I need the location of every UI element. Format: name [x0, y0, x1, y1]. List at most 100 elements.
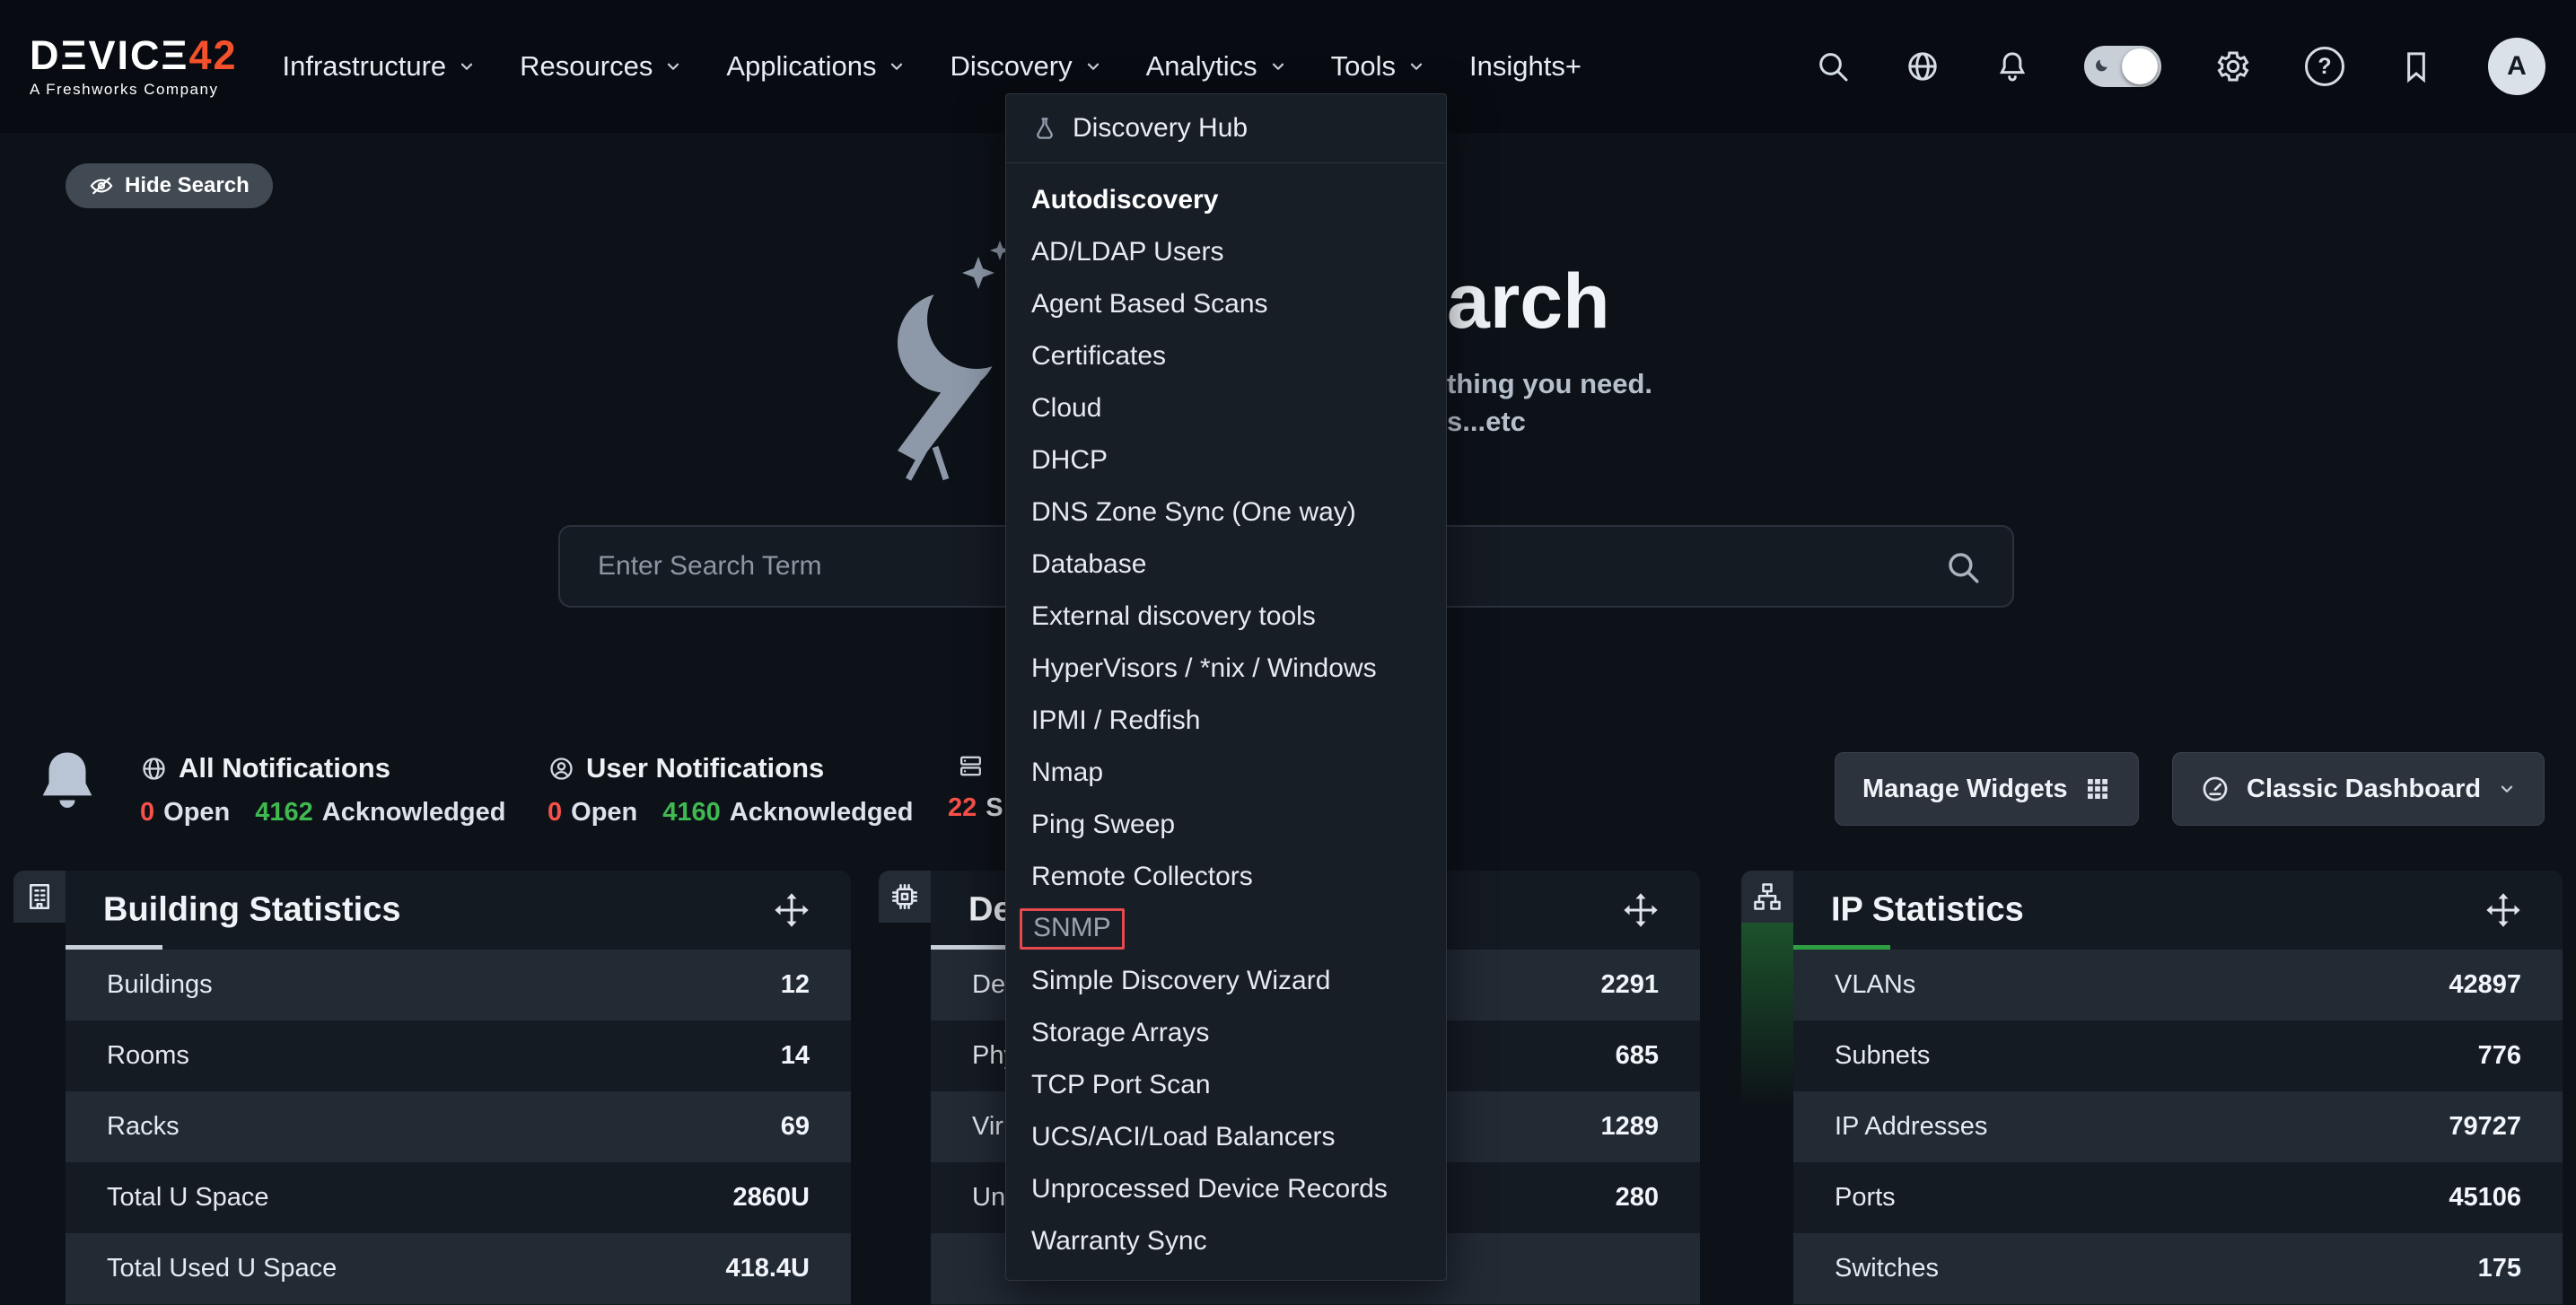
theme-toggle[interactable] [2084, 46, 2161, 87]
menu-item-label: Simple Discovery Wizard [1031, 966, 1330, 996]
menu-item-nmap[interactable]: Nmap [1006, 747, 1446, 799]
table-row[interactable]: Rooms14 [66, 1020, 851, 1091]
device42-logo-text: DΞVICΞ42 [30, 35, 238, 75]
classic-dashboard-button[interactable]: Classic Dashboard [2172, 752, 2545, 826]
eye-off-icon [89, 173, 114, 198]
nav-item-resources[interactable]: Resources [520, 50, 683, 83]
table-row[interactable]: Ports45106 [1793, 1162, 2563, 1233]
nav-label: Discovery [950, 50, 1072, 83]
move-handle-icon[interactable] [2484, 890, 2523, 930]
menu-item-certificates[interactable]: Certificates [1006, 330, 1446, 382]
nav-item-discovery[interactable]: Discovery [950, 50, 1102, 83]
bookmark-icon[interactable] [2398, 48, 2434, 84]
bell-icon[interactable] [1994, 48, 2030, 84]
row-value: 1289 [1600, 1112, 1659, 1142]
third-notifications-counts[interactable]: 22 S [948, 793, 1003, 823]
discovery-dropdown-menu: Discovery Hub Autodiscovery AD/LDAP User… [1005, 93, 1447, 1281]
chevron-down-icon [1268, 57, 1288, 76]
user-avatar[interactable]: A [2488, 38, 2545, 95]
row-value: 776 [2478, 1041, 2521, 1071]
menu-item-ipmi-redfish[interactable]: IPMI / Redfish [1006, 695, 1446, 747]
ack-count: 4162 [255, 798, 313, 828]
all-notifications-counts[interactable]: 0 Open 4162 Acknowledged [140, 798, 505, 828]
menu-item-storage-arrays[interactable]: Storage Arrays [1006, 1007, 1446, 1059]
row-value: 2860U [733, 1183, 810, 1213]
menu-item-label: External discovery tools [1031, 601, 1316, 632]
user-notifications-counts[interactable]: 0 Open 4160 Acknowledged [548, 798, 913, 828]
menu-item-agent-based-scans[interactable]: Agent Based Scans [1006, 278, 1446, 330]
nav-item-analytics[interactable]: Analytics [1146, 50, 1288, 83]
menu-item-label: DNS Zone Sync (One way) [1031, 497, 1356, 528]
open-count: 0 [140, 798, 154, 828]
menu-item-label: DHCP [1031, 445, 1108, 476]
menu-item-simple-discovery-wizard[interactable]: Simple Discovery Wizard [1006, 955, 1446, 1007]
move-handle-icon[interactable] [1621, 890, 1660, 930]
help-icon[interactable]: ? [2305, 47, 2344, 86]
hide-search-button[interactable]: Hide Search [66, 163, 273, 208]
building-statistics-widget: Building Statistics Buildings12 Rooms14 … [13, 871, 851, 1305]
widget-icon-tile [1741, 871, 1793, 923]
menu-item-label: Nmap [1031, 758, 1103, 788]
user-notifications-header: User Notifications [548, 752, 913, 784]
table-row[interactable]: Subnets776 [1793, 1020, 2563, 1091]
table-row[interactable]: Total U Space2860U [66, 1162, 851, 1233]
widget-side-strip [13, 923, 66, 1305]
nav-label: Resources [520, 50, 653, 83]
move-handle-icon[interactable] [772, 890, 811, 930]
manage-widgets-button[interactable]: Manage Widgets [1835, 752, 2139, 826]
nav-item-infrastructure[interactable]: Infrastructure [283, 50, 478, 83]
device42-logo[interactable]: DΞVICΞ42 A Freshworks Company [30, 35, 238, 99]
nav-item-applications[interactable]: Applications [726, 50, 907, 83]
row-label: Vir [972, 1112, 1003, 1142]
chevron-down-icon [1406, 57, 1426, 76]
menu-item-ping-sweep[interactable]: Ping Sweep [1006, 799, 1446, 851]
table-row[interactable]: Switches175 [1793, 1233, 2563, 1304]
row-value: 280 [1616, 1183, 1659, 1213]
widget-title: IP Statistics [1831, 891, 2024, 930]
toggle-knob [2122, 48, 2158, 84]
menu-item-dhcp[interactable]: DHCP [1006, 434, 1446, 486]
menu-item-unprocessed-device-records[interactable]: Unprocessed Device Records [1006, 1163, 1446, 1215]
nav-item-insights-plus[interactable]: Insights+ [1469, 50, 1582, 83]
hero-subtitle-fragment-1: thing you need. [1447, 368, 1652, 400]
row-value: 14 [781, 1041, 810, 1071]
globe-icon[interactable] [1905, 48, 1941, 84]
table-row[interactable]: IP Addresses79727 [1793, 1091, 2563, 1162]
menu-item-remote-collectors[interactable]: Remote Collectors [1006, 851, 1446, 903]
menu-item-hypervisors-nix-windows[interactable]: HyperVisors / *nix / Windows [1006, 643, 1446, 695]
menu-item-dns-zone-sync[interactable]: DNS Zone Sync (One way) [1006, 486, 1446, 539]
row-label: Racks [107, 1112, 180, 1142]
row-label: De [972, 970, 1005, 1000]
menu-item-database[interactable]: Database [1006, 539, 1446, 591]
menu-item-label: Warranty Sync [1031, 1226, 1207, 1257]
globe-icon [140, 755, 168, 783]
menu-item-ucs-aci-load-balancers[interactable]: UCS/ACI/Load Balancers [1006, 1111, 1446, 1163]
user-notifications-title: User Notifications [586, 752, 824, 784]
table-row[interactable]: VLANs42897 [1793, 950, 2563, 1020]
search-icon[interactable] [1815, 48, 1851, 84]
menu-item-warranty-sync[interactable]: Warranty Sync [1006, 1215, 1446, 1267]
widget-icon-tile [13, 871, 66, 923]
gear-icon[interactable] [2215, 48, 2251, 84]
menu-item-discovery-hub[interactable]: Discovery Hub [1006, 94, 1446, 162]
row-value: 418.4U [725, 1254, 810, 1283]
nav-label: Analytics [1146, 50, 1257, 83]
menu-item-label: HyperVisors / *nix / Windows [1031, 653, 1377, 684]
menu-item-ad-ldap-users[interactable]: AD/LDAP Users [1006, 226, 1446, 278]
row-value: 685 [1616, 1041, 1659, 1071]
nav-item-tools[interactable]: Tools [1331, 50, 1426, 83]
table-row[interactable]: Buildings12 [66, 950, 851, 1020]
help-glyph: ? [2318, 54, 2331, 80]
table-row[interactable]: Racks69 [66, 1091, 851, 1162]
search-icon[interactable] [1944, 548, 1982, 586]
menu-item-external-discovery-tools[interactable]: External discovery tools [1006, 591, 1446, 643]
row-value: 12 [781, 970, 810, 1000]
menu-item-tcp-port-scan[interactable]: TCP Port Scan [1006, 1059, 1446, 1111]
ack-label: Acknowledged [730, 798, 914, 828]
chevron-down-icon [1083, 57, 1103, 76]
open-count: 0 [548, 798, 562, 828]
menu-item-cloud[interactable]: Cloud [1006, 382, 1446, 434]
widget-rows: VLANs42897 Subnets776 IP Addresses79727 … [1793, 950, 2563, 1305]
table-row[interactable]: Total Used U Space418.4U [66, 1233, 851, 1304]
menu-item-snmp[interactable]: SNMP [1006, 903, 1446, 955]
